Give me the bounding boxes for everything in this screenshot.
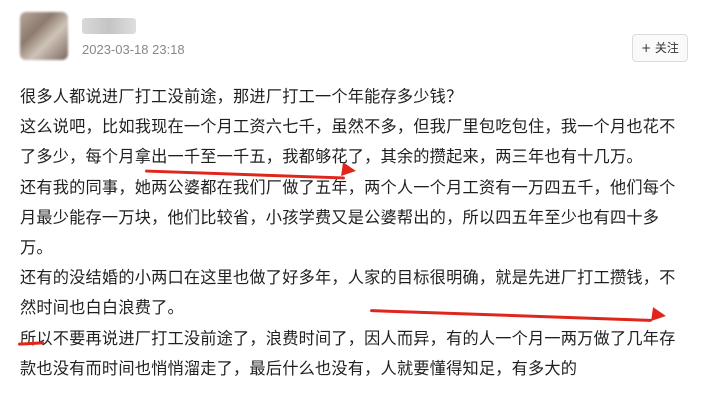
- post-paragraph: 还有我的同事，她两公婆都在我们厂做了五年，两个人一个月工资有一万四五千，他们每个…: [20, 177, 676, 258]
- post-body: 很多人都说进厂打工没前途，那进厂打工一个年能存多少钱？ 这么说吧，比如我现在一个…: [20, 82, 688, 384]
- author-avatar[interactable]: [20, 12, 68, 60]
- post-header: 2023-03-18 23:18 + 关注: [20, 12, 688, 64]
- post-paragraph: 很多人都说进厂打工没前途，那进厂打工一个年能存多少钱？: [20, 87, 463, 106]
- post-card: 2023-03-18 23:18 + 关注 很多人都说进厂打工没前途，那进厂打工…: [0, 0, 701, 415]
- red-arrow-icon: [651, 307, 667, 323]
- post-timestamp: 2023-03-18 23:18: [82, 42, 185, 57]
- follow-button[interactable]: + 关注: [632, 34, 688, 62]
- post-paragraph: 还有的没结婚的小两口在这里也做了好多年，人家的目标很明确，就是先进厂打工攒钱，不…: [20, 268, 676, 318]
- author-name-redacted[interactable]: [82, 18, 136, 34]
- red-arrow-icon: [341, 162, 357, 178]
- post-paragraph: 所以不要再说进厂打工没前途了，浪费时间了，因人而异，有的人一个月一两万做了几年存…: [20, 328, 676, 378]
